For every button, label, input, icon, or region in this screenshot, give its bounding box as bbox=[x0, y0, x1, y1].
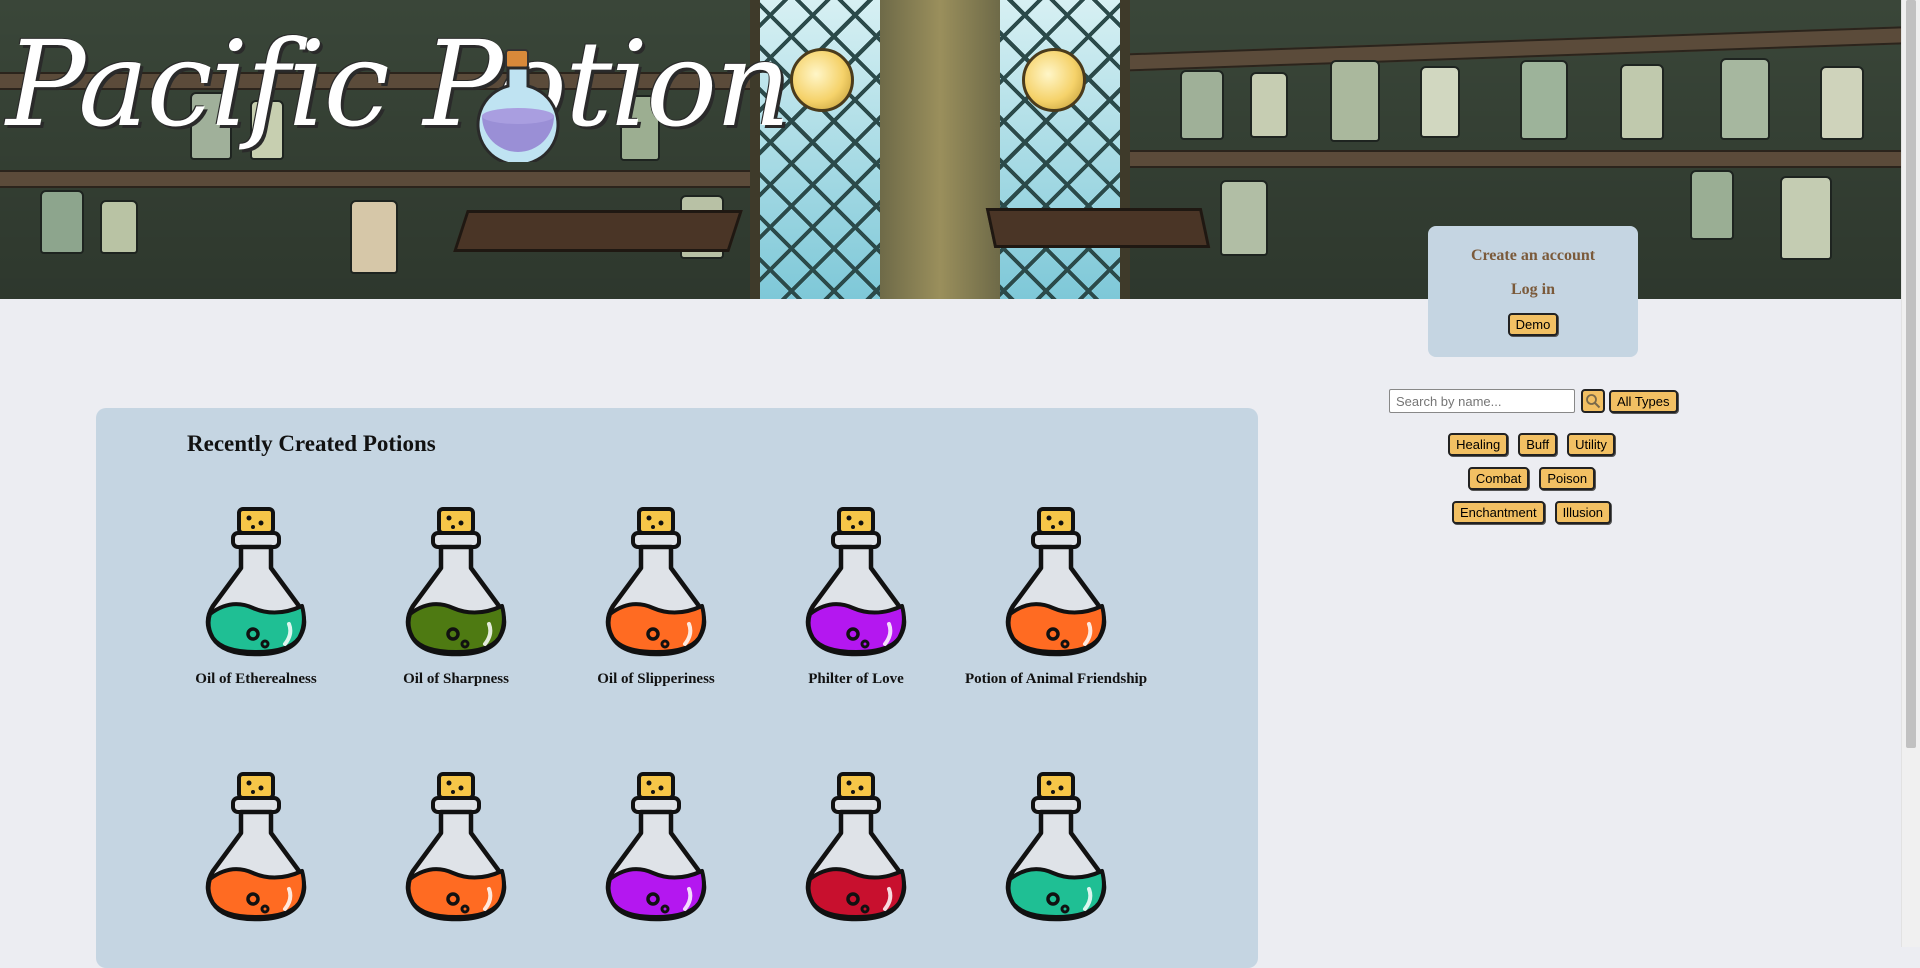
potion-card[interactable]: Potion of Animal Friendship bbox=[956, 506, 1156, 688]
search-bar: All Types bbox=[1389, 389, 1678, 413]
logo-flask-icon bbox=[476, 49, 560, 162]
potion-card[interactable]: Philter of Love bbox=[756, 506, 956, 688]
auth-panel: Create an account Log in Demo bbox=[1428, 226, 1638, 357]
demo-button[interactable]: Demo bbox=[1507, 313, 1559, 336]
potion-bottle-icon bbox=[205, 507, 307, 657]
potion-name[interactable]: Potion of Animal Friendship bbox=[956, 671, 1156, 688]
potion-bottle-icon bbox=[1005, 507, 1107, 657]
potion-card[interactable] bbox=[556, 771, 756, 936]
filter-healing-button[interactable]: Healing bbox=[1448, 433, 1509, 456]
potion-bottle-icon bbox=[1005, 772, 1107, 922]
section-title: Recently Created Potions bbox=[187, 431, 436, 456]
create-account-link[interactable]: Create an account bbox=[1428, 247, 1638, 265]
filter-row: Combat Poison bbox=[1389, 467, 1674, 490]
filter-poison-button[interactable]: Poison bbox=[1539, 467, 1596, 490]
filter-enchantment-button[interactable]: Enchantment bbox=[1451, 501, 1545, 524]
potion-name[interactable]: Oil of Sharpness bbox=[356, 671, 556, 688]
potion-card[interactable]: Oil of Sharpness bbox=[356, 506, 556, 688]
potion-bottle-icon bbox=[805, 772, 907, 922]
potion-name[interactable]: Philter of Love bbox=[756, 671, 956, 688]
potion-name[interactable]: Oil of Etherealness bbox=[156, 671, 356, 688]
search-input[interactable] bbox=[1389, 389, 1575, 413]
filter-illusion-button[interactable]: Illusion bbox=[1554, 501, 1612, 524]
filter-buff-button[interactable]: Buff bbox=[1518, 433, 1558, 456]
potion-bottle-icon bbox=[605, 507, 707, 657]
potion-bottle-icon bbox=[605, 772, 707, 922]
potion-bottle-icon bbox=[405, 507, 507, 657]
scrollbar[interactable] bbox=[1901, 0, 1920, 947]
filter-combat-button[interactable]: Combat bbox=[1467, 467, 1530, 490]
potion-card[interactable] bbox=[756, 771, 956, 936]
potion-bottle-icon bbox=[805, 507, 907, 657]
potion-card[interactable]: Oil of Etherealness bbox=[156, 506, 356, 688]
search-icon bbox=[1586, 394, 1601, 409]
potion-card[interactable] bbox=[356, 771, 556, 936]
recent-potions-card: Recently Created Potions Oil of Ethereal… bbox=[96, 408, 1258, 968]
potion-bottle-icon bbox=[205, 772, 307, 922]
potion-bottle-icon bbox=[405, 772, 507, 922]
filter-utility-button[interactable]: Utility bbox=[1567, 433, 1615, 456]
filter-row: Enchantment Illusion bbox=[1389, 501, 1674, 524]
potion-name[interactable]: Oil of Slipperiness bbox=[556, 671, 756, 688]
search-button[interactable] bbox=[1581, 389, 1605, 413]
type-filters: Healing Buff Utility Combat Poison Encha… bbox=[1389, 433, 1674, 535]
scrollbar-thumb[interactable] bbox=[1906, 0, 1916, 748]
potion-card[interactable] bbox=[156, 771, 356, 936]
log-in-link[interactable]: Log in bbox=[1428, 281, 1638, 299]
potion-card[interactable] bbox=[956, 771, 1156, 936]
page: Pacific Potion Create an account Log in … bbox=[0, 0, 1902, 968]
site-logo[interactable]: Pacific Potion bbox=[6, 4, 791, 164]
filter-row: Healing Buff Utility bbox=[1389, 433, 1674, 456]
potion-card[interactable]: Oil of Slipperiness bbox=[556, 506, 756, 688]
all-types-button[interactable]: All Types bbox=[1609, 389, 1678, 413]
